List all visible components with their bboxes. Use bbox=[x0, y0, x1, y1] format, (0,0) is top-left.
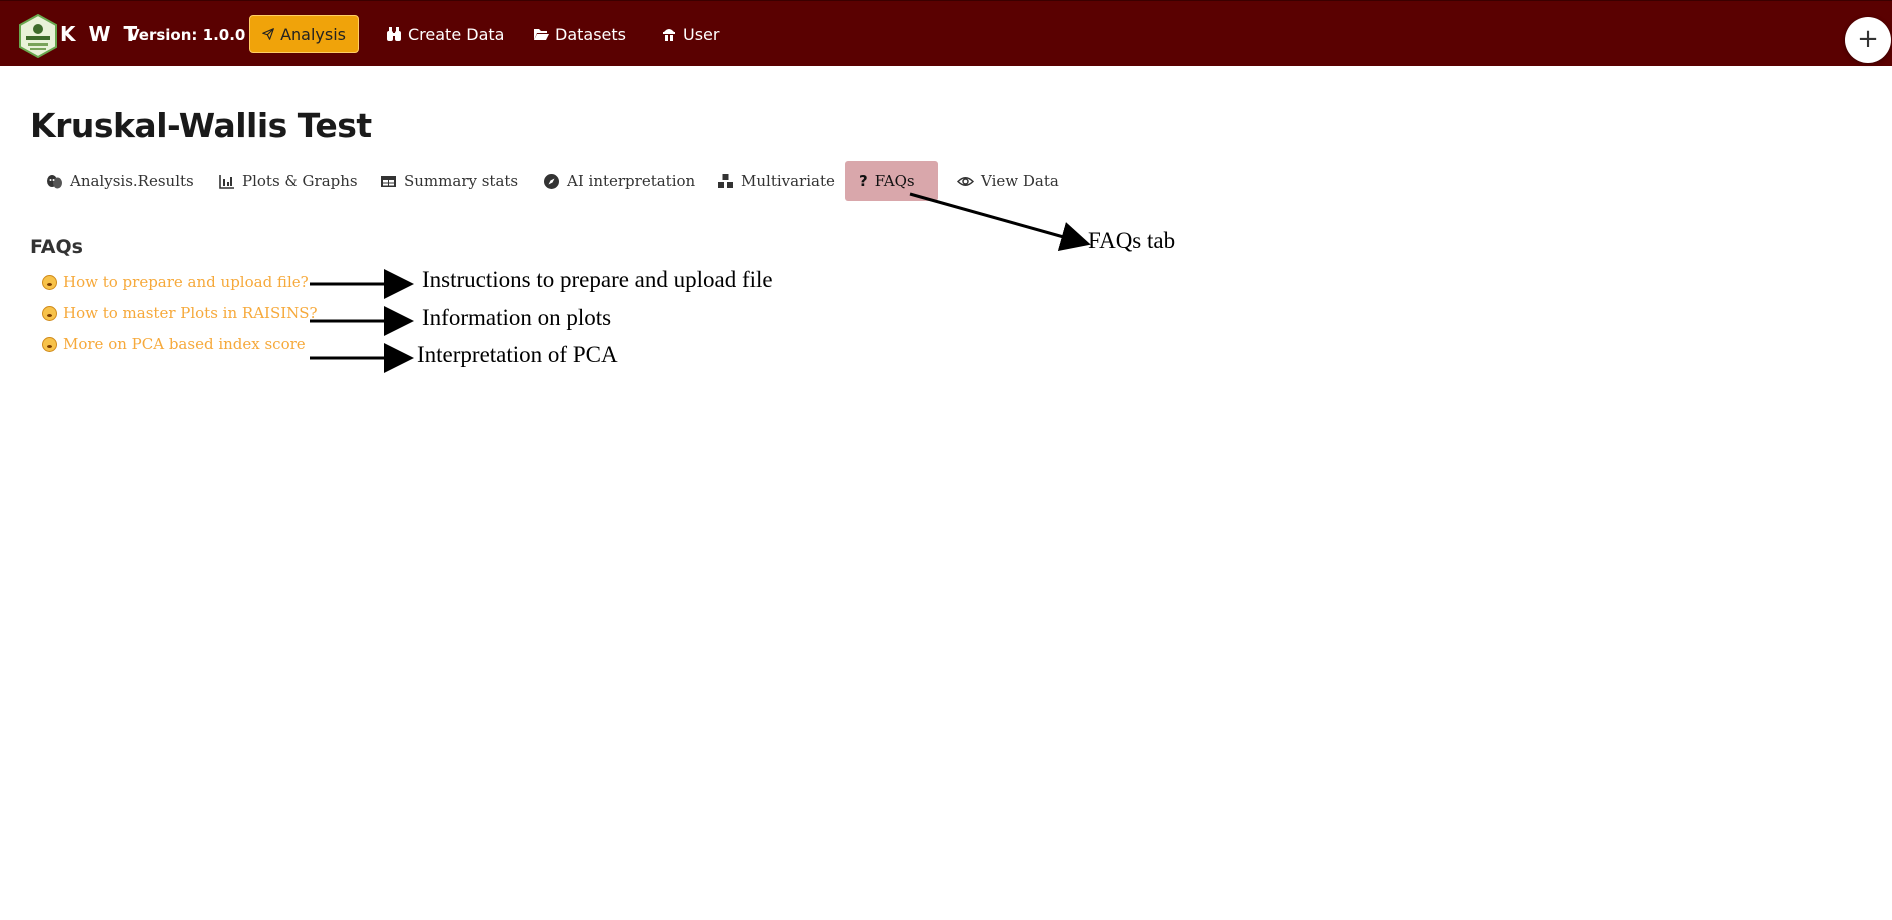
annotation-plots: Information on plots bbox=[422, 305, 612, 330]
annotation-arrows bbox=[310, 192, 1091, 373]
annotation-upload: Instructions to prepare and upload file bbox=[422, 267, 773, 292]
annotation-pca: Interpretation of PCA bbox=[417, 342, 618, 367]
annotation-faqs-tab: FAQs tab bbox=[1088, 228, 1176, 253]
faqs-tab-arrow bbox=[909, 192, 1091, 251]
